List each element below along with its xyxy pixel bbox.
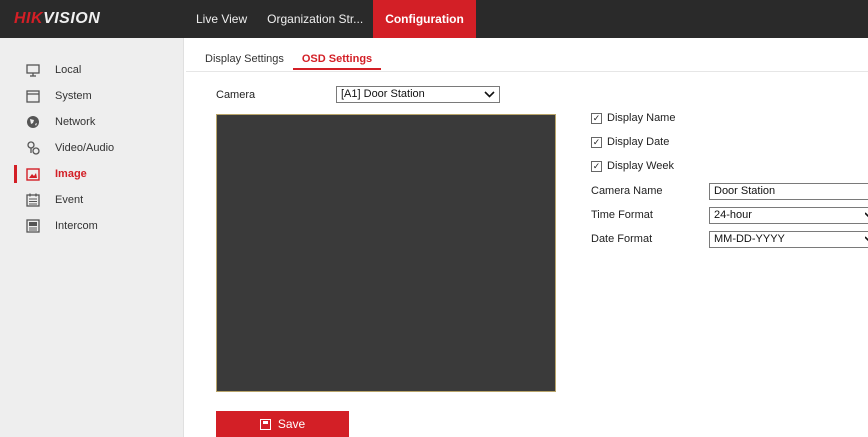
camera-name-label: Camera Name bbox=[591, 185, 663, 197]
logo-white-part: VISION bbox=[43, 10, 101, 27]
chevron-down-icon bbox=[484, 87, 495, 107]
hikvision-logo: HIKVISION bbox=[14, 10, 100, 28]
camera-label: Camera bbox=[216, 89, 256, 101]
settings-tabs: Display Settings OSD Settings bbox=[196, 48, 382, 70]
globe-icon bbox=[26, 115, 40, 129]
nav-configuration[interactable]: Configuration bbox=[373, 0, 476, 38]
sidebar-item-system[interactable]: System bbox=[0, 84, 183, 108]
camera-select[interactable]: [A1] Door Station bbox=[336, 86, 500, 103]
calendar-icon bbox=[26, 193, 40, 207]
display-week-label: Display Week bbox=[607, 160, 675, 172]
logo-red-part: HIK bbox=[14, 10, 44, 27]
sidebar-item-label: Event bbox=[55, 194, 84, 206]
sidebar-item-network[interactable]: Network bbox=[0, 110, 183, 134]
display-date-checkbox[interactable]: ✓ Display Date bbox=[591, 136, 669, 148]
active-indicator bbox=[14, 165, 17, 183]
sidebar-item-video-audio[interactable]: Video/Audio bbox=[0, 136, 183, 160]
sidebar: Local System Network Video/Audio Image E… bbox=[0, 38, 184, 437]
system-icon bbox=[26, 89, 40, 103]
checkmark-icon: ✓ bbox=[591, 112, 602, 124]
display-date-label: Display Date bbox=[607, 136, 670, 148]
save-icon bbox=[259, 418, 271, 430]
sidebar-item-image[interactable]: Image bbox=[0, 162, 183, 186]
tab-display-settings[interactable]: Display Settings bbox=[196, 48, 293, 70]
camera-name-input[interactable]: Door Station bbox=[709, 183, 868, 200]
checkmark-icon: ✓ bbox=[591, 136, 602, 148]
sidebar-item-label: Video/Audio bbox=[55, 142, 115, 154]
time-format-value: 24-hour bbox=[714, 209, 752, 221]
sidebar-item-local[interactable]: Local bbox=[0, 58, 183, 82]
sidebar-item-label: Intercom bbox=[55, 220, 98, 232]
sidebar-item-intercom[interactable]: Intercom bbox=[0, 214, 183, 238]
time-format-label: Time Format bbox=[591, 209, 653, 221]
sidebar-item-label: Image bbox=[55, 168, 87, 180]
image-icon bbox=[26, 167, 40, 181]
display-week-checkbox[interactable]: ✓ Display Week bbox=[591, 160, 674, 172]
tab-osd-settings[interactable]: OSD Settings bbox=[292, 48, 382, 70]
sidebar-item-label: System bbox=[55, 90, 92, 102]
intercom-icon bbox=[26, 219, 40, 233]
display-name-checkbox[interactable]: ✓ Display Name bbox=[591, 112, 675, 124]
display-name-label: Display Name bbox=[607, 112, 676, 124]
save-button-label: Save bbox=[277, 417, 306, 431]
nav-live-view[interactable]: Live View bbox=[186, 0, 257, 38]
time-format-select[interactable]: 24-hour bbox=[709, 207, 868, 224]
top-bar: HIKVISION Live View Organization Str... … bbox=[0, 0, 868, 38]
save-button[interactable]: Save bbox=[216, 411, 349, 437]
checkmark-icon: ✓ bbox=[591, 160, 602, 172]
date-format-value: MM-DD-YYYY bbox=[714, 233, 785, 245]
monitor-icon bbox=[26, 63, 40, 77]
camera-select-value: [A1] Door Station bbox=[341, 88, 425, 100]
sidebar-item-event[interactable]: Event bbox=[0, 188, 183, 212]
video-audio-icon bbox=[26, 141, 40, 155]
tab-divider bbox=[186, 71, 868, 72]
date-format-select[interactable]: MM-DD-YYYY bbox=[709, 231, 868, 248]
sidebar-item-label: Network bbox=[55, 116, 96, 128]
date-format-label: Date Format bbox=[591, 233, 653, 245]
nav-organization-structure[interactable]: Organization Str... bbox=[257, 0, 373, 38]
video-preview[interactable] bbox=[216, 114, 556, 392]
top-nav: Live View Organization Str... Configurat… bbox=[186, 0, 476, 38]
sidebar-item-label: Local bbox=[55, 64, 82, 76]
